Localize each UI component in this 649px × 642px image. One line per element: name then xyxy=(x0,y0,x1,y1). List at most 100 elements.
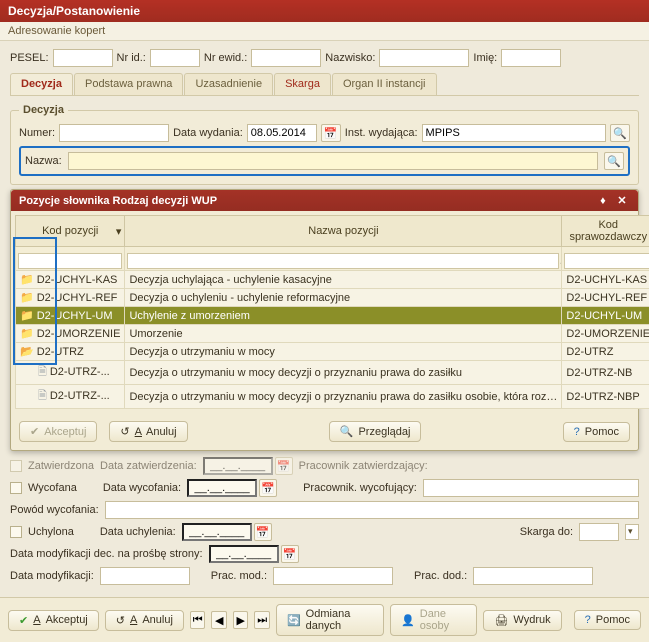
popup-cancel-button[interactable]: ↺AAnuluj xyxy=(109,421,187,442)
filter-kodspr[interactable] xyxy=(564,253,649,269)
skarga-do-input[interactable] xyxy=(579,523,619,541)
document-icon: 🗎 xyxy=(38,366,47,378)
nazwa-lookup-icon[interactable]: 🔍 xyxy=(604,152,624,170)
data-zatw-input[interactable] xyxy=(203,457,273,475)
cell-kod: D2-UCHYL-UM xyxy=(37,310,113,322)
nrewid-label: Nr ewid.: xyxy=(204,52,247,64)
nav-first-icon[interactable]: ⏮ xyxy=(190,611,206,629)
tab-podstawa[interactable]: Podstawa prawna xyxy=(74,73,183,95)
data-mod-input[interactable] xyxy=(100,567,190,585)
lookup-icon[interactable]: 🔍 xyxy=(610,124,630,142)
tab-organ2[interactable]: Organ II instancji xyxy=(332,73,437,95)
footer-help-button[interactable]: ?Pomoc xyxy=(574,610,641,630)
powod-input[interactable] xyxy=(105,501,639,519)
cell-kod: D2-UTRZ-... xyxy=(50,390,110,402)
tab-uzasadnienie[interactable]: Uzasadnienie xyxy=(184,73,273,95)
cell-kodspr: D2-UCHYL-KAS xyxy=(562,271,649,289)
uchylona-check[interactable] xyxy=(10,526,22,538)
table-row[interactable]: 📁D2-UCHYL-REFDecyzja o uchyleniu - uchyl… xyxy=(16,289,649,307)
refresh-icon: 🔄 xyxy=(287,614,301,627)
check-icon: ✔ xyxy=(30,425,39,438)
cell-nazwa: Umorzenie xyxy=(125,325,562,343)
table-row[interactable]: 📁D2-UMORZENIEUmorzenieD2-UMORZENIE01.01.… xyxy=(16,325,649,343)
col-kod[interactable]: Kod pozycji ▾ xyxy=(16,216,125,247)
numer-input[interactable] xyxy=(59,124,169,142)
nav-next-icon[interactable]: ▶ xyxy=(233,611,249,629)
footer-accept-button[interactable]: ✔AAkceptuj xyxy=(8,610,99,631)
nrid-input[interactable] xyxy=(150,49,200,67)
col-nazwa[interactable]: Nazwa pozycji xyxy=(125,216,562,247)
nav-prev-icon[interactable]: ◀ xyxy=(211,611,227,629)
calendar-icon[interactable]: 📅 xyxy=(259,479,277,497)
data-wydania-input[interactable] xyxy=(247,124,317,142)
inst-input[interactable] xyxy=(422,124,606,142)
data-wydania-label: Data wydania: xyxy=(173,127,243,139)
undo-icon: ↺ xyxy=(116,614,125,627)
table-row[interactable]: 📁D2-UCHYL-KASDecyzja uchylająca - uchyle… xyxy=(16,271,649,289)
prac-dod-input[interactable] xyxy=(473,567,593,585)
data-mod-label: Data modyfikacji: xyxy=(10,570,94,582)
pesel-label: PESEL: xyxy=(10,52,49,64)
nrid-label: Nr id.: xyxy=(117,52,146,64)
nav-last-icon[interactable]: ⏭ xyxy=(254,611,270,629)
table-row[interactable]: 🗎D2-UTRZ-...Decyzja o utrzymaniu w mocy … xyxy=(16,361,649,385)
nazwa-input[interactable] xyxy=(68,152,598,170)
cell-kodspr: D2-UTRZ-NBP xyxy=(562,385,649,409)
popup-pin-icon[interactable]: ♦ xyxy=(595,195,611,207)
popup-close-icon[interactable]: ✕ xyxy=(614,194,630,207)
skarga-do-dd[interactable] xyxy=(625,524,639,540)
data-mod-pros-input[interactable] xyxy=(209,545,279,563)
filter-kod[interactable] xyxy=(18,253,122,269)
table-row[interactable]: 🗎D2-UTRZ-...Decyzja o utrzymaniu w mocy … xyxy=(16,385,649,409)
nazwisko-label: Nazwisko: xyxy=(325,52,375,64)
cell-kod: D2-UCHYL-REF xyxy=(37,292,118,304)
identity-row: PESEL: Nr id.: Nr ewid.: Nazwisko: Imię: xyxy=(10,49,639,67)
dictionary-grid: Kod pozycji ▾ Nazwa pozycji Kod sprawozd… xyxy=(15,215,649,409)
popup-help-button[interactable]: ?Pomoc xyxy=(563,422,630,442)
prac-dod-label: Prac. dod.: xyxy=(414,570,467,582)
folder-icon: 📁 xyxy=(20,292,34,304)
window-title: Decyzja/Postanowienie xyxy=(0,0,649,22)
cell-kod: D2-UCHYL-KAS xyxy=(37,274,118,286)
table-row[interactable]: 📁D2-UCHYL-UMUchylenie z umorzeniemD2-UCH… xyxy=(16,307,649,325)
col-kodspr[interactable]: Kod sprawozdawczy xyxy=(562,216,649,247)
nazwisko-input[interactable] xyxy=(379,49,469,67)
calendar-icon[interactable]: 📅 xyxy=(281,545,299,563)
search-icon: 🔍 xyxy=(340,425,354,438)
nrewid-input[interactable] xyxy=(251,49,321,67)
tabs: Decyzja Podstawa prawna Uzasadnienie Ska… xyxy=(10,73,639,96)
prac-mod-input[interactable] xyxy=(273,567,393,585)
calendar-icon[interactable]: 📅 xyxy=(321,124,341,142)
prac-zatw-label: Pracownik zatwierdzający: xyxy=(299,460,428,472)
zatwierdzona-label: Zatwierdzona xyxy=(28,460,94,472)
calendar-icon[interactable]: 📅 xyxy=(275,457,293,475)
cell-kodspr: D2-UCHYL-UM xyxy=(562,307,649,325)
tab-skarga[interactable]: Skarga xyxy=(274,73,331,95)
document-icon: 🗎 xyxy=(38,390,47,402)
powod-label: Powód wycofania: xyxy=(10,504,99,516)
nazwa-label: Nazwa: xyxy=(25,155,62,167)
calendar-icon[interactable]: 📅 xyxy=(254,523,272,541)
filter-nazwa[interactable] xyxy=(127,253,559,269)
cell-nazwa: Uchylenie z umorzeniem xyxy=(125,307,562,325)
zatwierdzona-check[interactable] xyxy=(10,460,22,472)
decyzja-legend: Decyzja xyxy=(19,104,68,116)
popup-browse-button[interactable]: 🔍Przeglądaj xyxy=(329,421,422,442)
data-wyc-input[interactable] xyxy=(187,479,257,497)
prac-wyc-input[interactable] xyxy=(423,479,639,497)
footer-cancel-button[interactable]: ↺AAnuluj xyxy=(105,610,184,631)
pesel-input[interactable] xyxy=(53,49,113,67)
inst-label: Inst. wydająca: xyxy=(345,127,418,139)
check-icon: ✔ xyxy=(19,614,28,627)
wycofana-check[interactable] xyxy=(10,482,22,494)
decyzja-fieldset: Decyzja Numer: Data wydania: 📅 Inst. wyd… xyxy=(10,104,639,185)
popup-title: Pozycje słownika Rodzaj decyzji WUP xyxy=(19,195,217,207)
table-row[interactable]: 📂D2-UTRZDecyzja o utrzymaniu w mocyD2-UT… xyxy=(16,343,649,361)
data-uch-input[interactable] xyxy=(182,523,252,541)
nazwa-highlight: Nazwa: 🔍 xyxy=(19,146,630,176)
footer-odmiana-button[interactable]: 🔄Odmiana danych xyxy=(276,604,384,636)
imie-input[interactable] xyxy=(501,49,561,67)
folder-open-icon: 📂 xyxy=(20,346,34,358)
footer-wydruk-button[interactable]: 🖨Wydruk xyxy=(483,610,561,631)
tab-decyzja[interactable]: Decyzja xyxy=(10,73,73,95)
